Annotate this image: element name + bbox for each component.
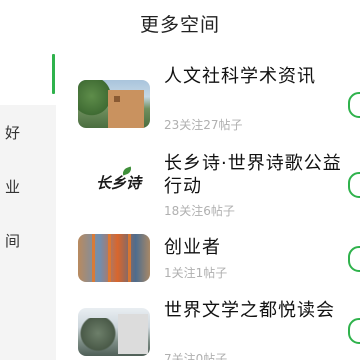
- calligraphy-logo-icon: 长乡诗: [78, 160, 150, 208]
- follow-button[interactable]: [348, 172, 360, 198]
- space-list: 人文社科学术资讯 23关注27帖子 长乡诗 长乡诗·世界诗歌公益行动 18关注6…: [56, 50, 360, 360]
- selected-indicator: [52, 54, 55, 94]
- list-item[interactable]: 世界文学之都悦读会 7关注0帖子: [56, 296, 360, 360]
- space-title: 长乡诗·世界诗歌公益行动: [164, 153, 342, 197]
- space-title: 人文社科学术资讯: [164, 66, 316, 87]
- follow-button[interactable]: [348, 246, 360, 272]
- space-stats: 1关注1帖子: [164, 266, 228, 280]
- header-bar: 更多空间: [0, 0, 360, 50]
- space-title: 创业者: [164, 237, 221, 258]
- space-title: 世界文学之都悦读会: [164, 300, 335, 321]
- category-sidebar: 好 业 间: [0, 50, 56, 360]
- sidebar-item-label: 业: [4, 178, 20, 196]
- list-item[interactable]: 长乡诗 长乡诗·世界诗歌公益行动 18关注6帖子: [56, 150, 360, 230]
- sidebar-item-3[interactable]: 间: [0, 228, 56, 256]
- space-stats: 18关注6帖子: [164, 204, 235, 218]
- campus-building-photo-icon: [78, 80, 150, 128]
- sidebar-item-1[interactable]: 好: [0, 120, 56, 148]
- sidebar-item-2[interactable]: 业: [0, 174, 56, 202]
- list-item[interactable]: 人文社科学术资讯 23关注27帖子: [56, 66, 360, 150]
- sidebar-item-selected[interactable]: [0, 50, 56, 105]
- sidebar-item-label: 间: [4, 232, 20, 250]
- street-building-photo-icon: [78, 308, 150, 356]
- sidebar-item-label: 好: [4, 124, 20, 142]
- logo-lettering: 长乡诗: [96, 174, 142, 192]
- space-stats: 7关注0帖子: [164, 352, 228, 360]
- follow-button[interactable]: [348, 318, 360, 344]
- more-spaces-screen: 更多空间 好 业 间 人文社科学术资讯 23关注27帖子 长乡诗 长乡诗·世界诗…: [0, 0, 360, 360]
- follow-button[interactable]: [348, 92, 360, 118]
- page-title: 更多空间: [139, 14, 220, 36]
- space-stats: 23关注27帖子: [164, 118, 243, 132]
- colorful-interior-photo-icon: [78, 234, 150, 282]
